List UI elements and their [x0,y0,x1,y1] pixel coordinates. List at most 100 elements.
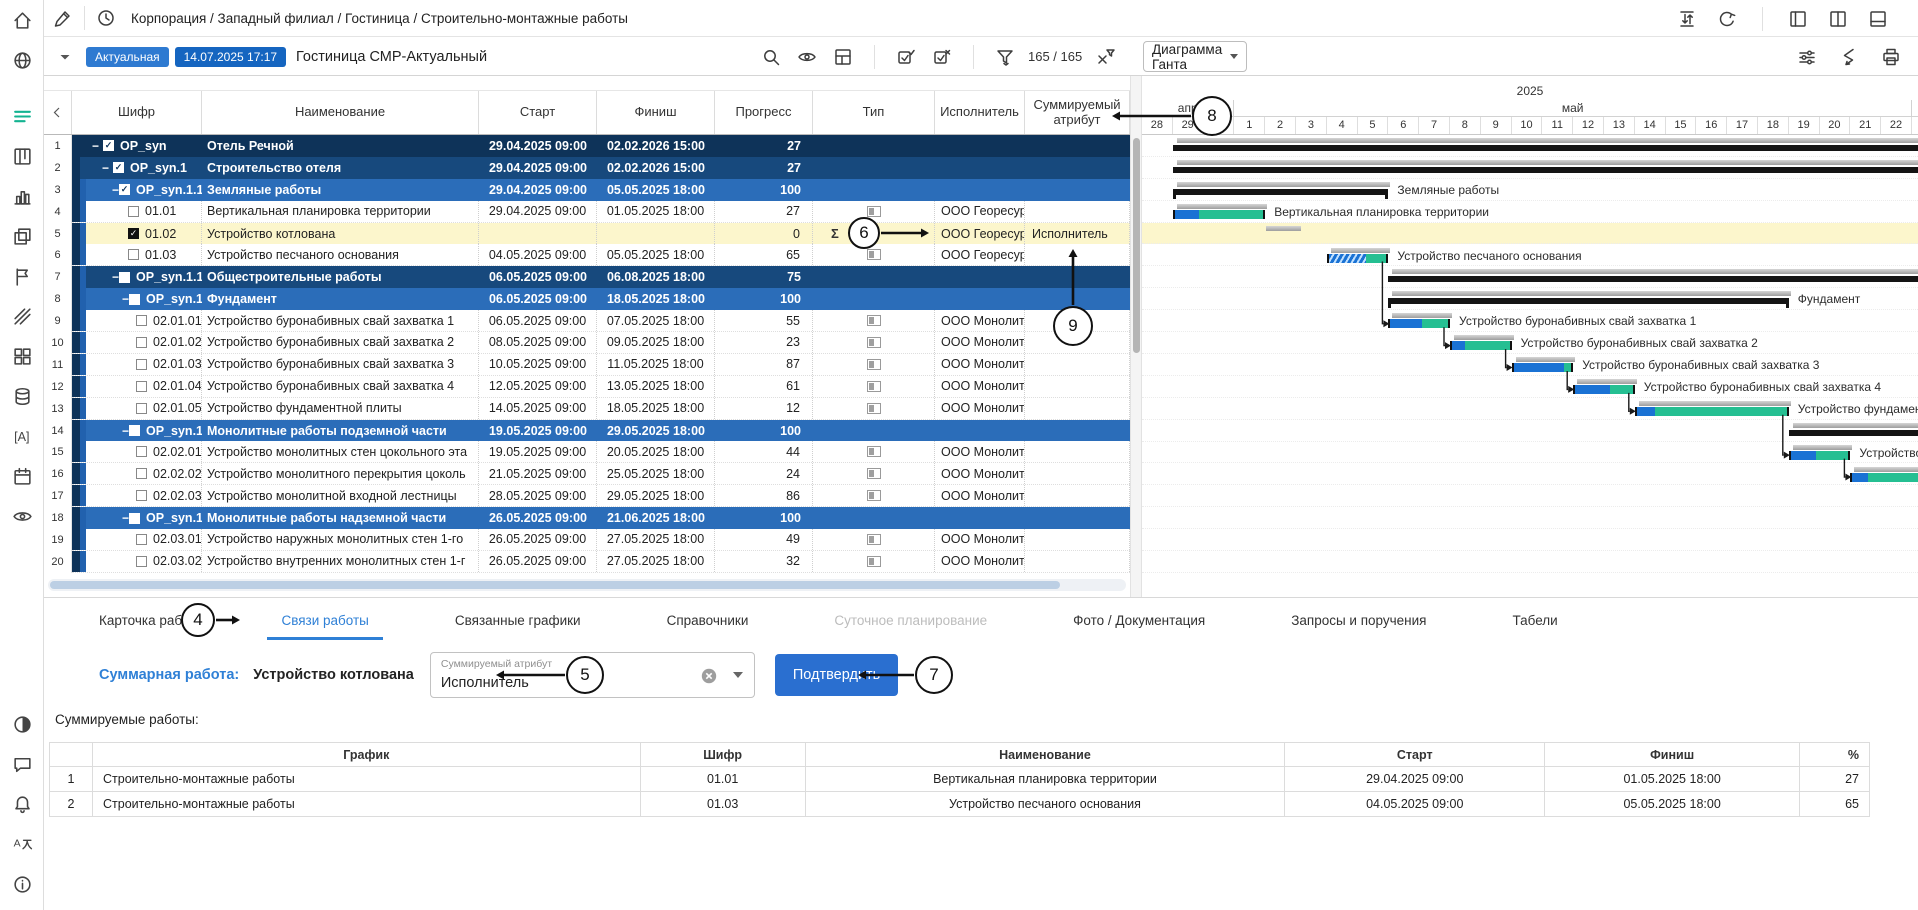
table-row[interactable]: −OP_syn.1.1.Монолитные работы надземной … [72,507,1130,529]
column-header[interactable]: Суммируемый атрибут [1025,91,1130,134]
gantt-links-icon[interactable] [1836,44,1862,70]
table-row[interactable]: 02.01.04Устройство буронабивных свай зах… [72,376,1130,398]
row-checkbox[interactable] [136,556,147,567]
columns-layout-icon[interactable] [830,44,856,70]
table-row[interactable]: 02.02.02Устройство монолитного перекрыти… [72,463,1130,485]
view-mode-select[interactable]: Диаграмма Ганта [1143,41,1247,72]
notifications-icon[interactable] [0,784,44,824]
row-checkbox[interactable] [129,294,140,305]
row-checkbox[interactable] [136,359,147,370]
row-checkbox[interactable] [136,446,147,457]
column-header[interactable]: Прогресс [715,91,813,134]
check-all-icon[interactable] [893,44,919,70]
row-checkbox[interactable] [129,513,140,524]
table-row[interactable]: 02.03.02Устройство внутренних монолитных… [72,551,1130,573]
refresh-icon[interactable] [1714,6,1740,32]
tab-active-связи-работы[interactable]: Связи работы [281,599,368,644]
table-row[interactable]: 02.01.05Устройство фундаментной плиты14.… [72,398,1130,420]
row-checkbox[interactable] [129,425,140,436]
table-row[interactable]: 02.01.01Устройство буронабивных свай зах… [72,310,1130,332]
layout-left-panel-icon[interactable] [1785,6,1811,32]
history-clock-icon[interactable] [93,5,119,31]
attributes-icon[interactable] [0,416,44,456]
language-icon[interactable] [0,824,44,864]
calendar-icon[interactable] [0,456,44,496]
row-checkbox[interactable] [136,403,147,414]
clear-selection-icon[interactable] [700,667,718,685]
row-checkbox[interactable] [136,315,147,326]
table-row[interactable]: ✓01.02Устройство котлована0ΣООО Георесур… [72,223,1130,245]
column-header[interactable]: Исполнитель [935,91,1025,134]
tab-фото-документация[interactable]: Фото / Документация [1073,599,1205,644]
row-checkbox[interactable]: ✓ [119,184,130,195]
confirm-button[interactable]: Подтвердить [775,654,898,696]
visibility-eye-icon[interactable] [794,44,820,70]
comments-icon[interactable] [0,744,44,784]
expander-icon[interactable]: − [122,511,129,525]
objects-icon[interactable] [0,216,44,256]
chevron-down-icon[interactable] [733,672,743,678]
milestones-icon[interactable] [0,256,44,296]
column-header[interactable]: Шифр [72,91,202,134]
table-row[interactable]: 02.01.02Устройство буронабивных свай зах… [72,332,1130,354]
analytics-icon[interactable] [0,176,44,216]
row-checkbox[interactable] [136,468,147,479]
row-checkbox[interactable] [136,337,147,348]
table-row[interactable]: 02.02.01Устройство монолитных стен цокол… [72,441,1130,463]
tab-табели[interactable]: Табели [1512,599,1557,644]
expander-icon[interactable]: − [112,183,119,197]
tab-справочники[interactable]: Справочники [667,599,749,644]
table-row[interactable]: −OP_syn.1.1.Монолитные работы подземной … [72,420,1130,442]
table-row[interactable]: 02.03.01Устройство наружных монолитных с… [72,529,1130,551]
column-header[interactable]: Финиш [597,91,715,134]
row-checkbox[interactable] [128,249,139,260]
portfolio-icon[interactable] [0,336,44,376]
tab-запросы-и-поручения[interactable]: Запросы и поручения [1291,599,1426,644]
row-checkbox[interactable]: ✓ [113,162,124,173]
database-icon[interactable] [0,376,44,416]
tab-связанные-графики[interactable]: Связанные графики [455,599,581,644]
row-checkbox[interactable] [119,272,130,283]
row-checkbox[interactable] [136,381,147,392]
table-row[interactable]: −OP_syn.1.1.Фундамент06.05.2025 09:0018.… [72,288,1130,310]
gantt-settings-sliders-icon[interactable] [1794,44,1820,70]
column-header[interactable]: Старт [479,91,597,134]
expander-icon[interactable]: − [112,270,119,284]
summed-work-row[interactable]: 1Строительно-монтажные работы01.01Вертик… [50,767,1870,792]
expander-icon[interactable]: − [92,139,103,153]
collapse-chevron-icon[interactable] [44,91,72,134]
table-row[interactable]: 02.01.03Устройство буронабивных свай зах… [72,354,1130,376]
table-row[interactable]: −✓OP_syn.1.1.1Земляные работы29.04.2025 … [72,179,1130,201]
edit-icon[interactable] [50,5,76,31]
row-checkbox[interactable] [136,490,147,501]
home-icon[interactable] [0,0,44,40]
row-checkbox[interactable]: ✓ [128,228,139,239]
search-icon[interactable] [758,44,784,70]
sync-icon[interactable] [1674,6,1700,32]
filter-icon[interactable] [992,44,1018,70]
layout-split-panel-icon[interactable] [1825,6,1851,32]
resources-icon[interactable] [0,296,44,336]
expander-icon[interactable]: − [102,161,113,175]
summed-work-row[interactable]: 2Строительно-монтажные работы01.03Устрой… [50,792,1870,817]
layout-bottom-panel-icon[interactable] [1865,6,1891,32]
table-row[interactable]: −✓OP_synОтель Речной29.04.2025 09:0002.0… [72,135,1130,157]
column-header[interactable]: Наименование [202,91,479,134]
uncheck-all-icon[interactable] [929,44,955,70]
row-checkbox[interactable] [128,206,139,217]
theme-icon[interactable] [0,704,44,744]
table-row[interactable]: −OP_syn.1.1.2Общестроительные работы06.0… [72,266,1130,288]
kanban-icon[interactable] [0,136,44,176]
print-icon[interactable] [1878,44,1904,70]
table-row[interactable]: 02.02.03Устройство монолитной входной ле… [72,485,1130,507]
globe-icon[interactable] [0,40,44,80]
horizontal-scrollbar[interactable] [48,579,1126,591]
expander-icon[interactable]: − [122,292,129,306]
table-row[interactable]: 01.03Устройство песчаного основания04.05… [72,244,1130,266]
clear-filter-icon[interactable] [1092,44,1118,70]
info-icon[interactable] [0,864,44,904]
expander-icon[interactable]: − [122,424,129,438]
row-checkbox[interactable] [136,534,147,545]
vertical-scrollbar[interactable] [1130,76,1142,597]
watch-icon[interactable] [0,496,44,536]
